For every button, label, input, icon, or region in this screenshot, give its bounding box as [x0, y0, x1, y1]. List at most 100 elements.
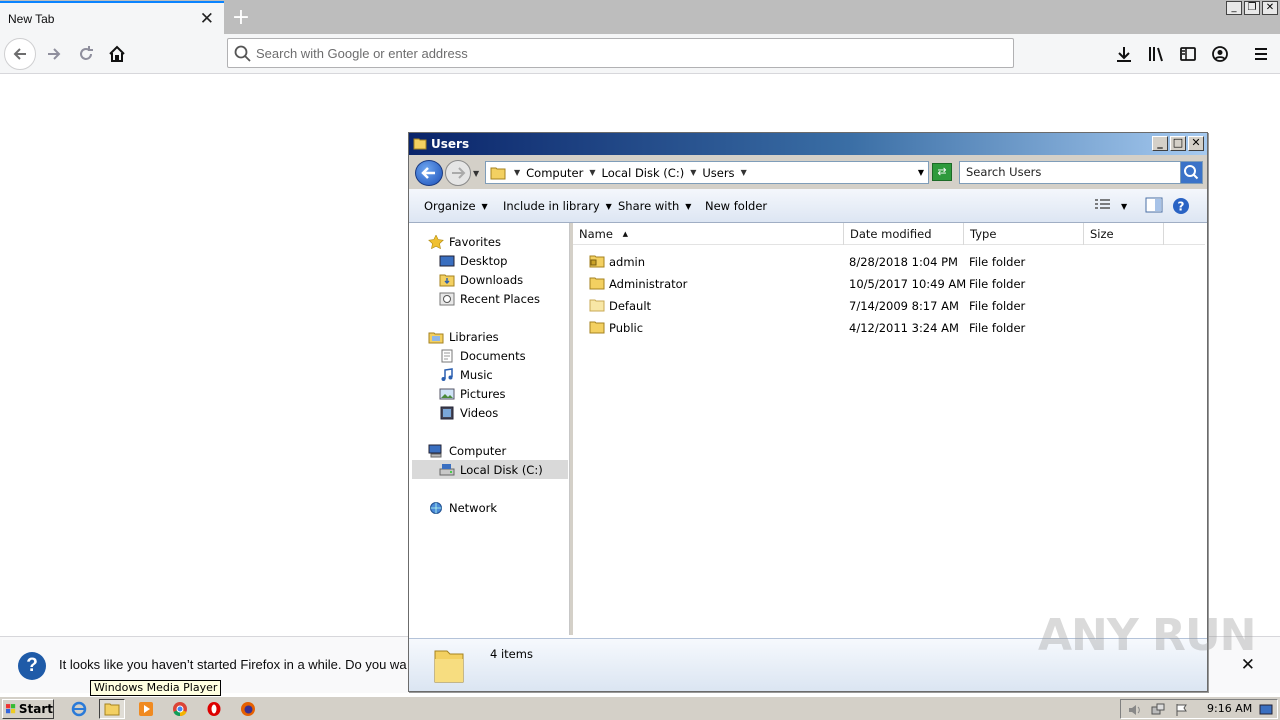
- share-with-button[interactable]: Share with ▼: [618, 199, 691, 213]
- account-button[interactable]: [1205, 38, 1235, 70]
- nav-label: Favorites: [449, 234, 501, 249]
- include-in-library-button[interactable]: Include in library ▼: [503, 199, 612, 213]
- menu-button[interactable]: [1246, 38, 1276, 70]
- minimize-icon[interactable]: _: [1152, 136, 1168, 151]
- nav-local-disk[interactable]: Local Disk (C:): [412, 460, 568, 479]
- refresh-button[interactable]: ⇄: [932, 163, 952, 181]
- file-name: Administrator: [609, 277, 688, 291]
- explorer-title-bar[interactable]: Users _ □ ✕: [409, 133, 1207, 155]
- reload-button[interactable]: [70, 38, 102, 70]
- new-tab-button[interactable]: +: [229, 2, 253, 32]
- nav-desktop[interactable]: Desktop: [412, 251, 568, 270]
- pictures-icon: [439, 388, 455, 399]
- column-header-size[interactable]: Size: [1084, 223, 1164, 245]
- table-row[interactable]: Public 4/12/2011 3:24 AM File folder: [573, 317, 1205, 339]
- network-status-icon[interactable]: [1151, 703, 1165, 717]
- nav-documents[interactable]: Documents: [412, 346, 568, 365]
- column-header-name[interactable]: Name ▲: [573, 223, 844, 245]
- command-bar: Organize ▼ Include in library ▼ Share with…: [409, 189, 1207, 223]
- folder-icon: [413, 138, 427, 150]
- close-tab-icon[interactable]: ✕: [200, 9, 214, 29]
- chevron-down-icon[interactable]: ▼: [741, 168, 747, 177]
- address-history-dropdown-icon[interactable]: ▼: [918, 168, 924, 177]
- folder-icon: [589, 277, 605, 290]
- close-window-icon[interactable]: ✕: [1262, 1, 1278, 15]
- folder-icon: [104, 703, 120, 716]
- help-icon[interactable]: ?: [1172, 197, 1190, 215]
- tab-title: New Tab: [8, 11, 55, 26]
- nav-label: Libraries: [449, 329, 499, 344]
- opera-taskbar-button[interactable]: [201, 699, 227, 719]
- restore-icon[interactable]: ❐: [1244, 1, 1260, 15]
- reload-icon: [80, 46, 93, 60]
- nav-network[interactable]: Network: [412, 498, 568, 517]
- search-icon: [234, 45, 251, 62]
- show-desktop-icon[interactable]: [1259, 703, 1273, 717]
- explorer-search-box[interactable]: [959, 161, 1203, 184]
- local-disk-icon: [439, 463, 455, 475]
- nav-label: Network: [449, 500, 498, 515]
- clock[interactable]: 9:16 AM: [1207, 702, 1252, 715]
- nav-recent-places[interactable]: Recent Places: [412, 289, 568, 308]
- star-icon: [428, 234, 444, 249]
- breadcrumb-local-disk[interactable]: Local Disk (C:): [601, 166, 684, 180]
- nav-videos[interactable]: Videos: [412, 403, 568, 422]
- library-button[interactable]: [1141, 38, 1171, 70]
- back-button[interactable]: [4, 38, 36, 70]
- explorer-taskbar-button[interactable]: [99, 699, 125, 719]
- new-folder-button[interactable]: New folder: [705, 199, 767, 213]
- volume-icon[interactable]: [1127, 703, 1141, 717]
- explorer-forward-button[interactable]: [445, 160, 471, 186]
- home-button[interactable]: [101, 38, 133, 70]
- chevron-down-icon[interactable]: ▼: [690, 168, 696, 177]
- hamburger-menu-icon: [1255, 48, 1267, 60]
- firefox-taskbar-button[interactable]: [235, 699, 261, 719]
- column-header-type[interactable]: Type: [964, 223, 1084, 245]
- preview-pane-icon[interactable]: [1145, 197, 1163, 213]
- file-date: 7/14/2009 8:17 AM: [849, 299, 959, 313]
- address-bar[interactable]: ▼ Computer ▼ Local Disk (C:) ▼ Users ▼ ▼: [485, 161, 929, 184]
- close-icon[interactable]: ✕: [1188, 136, 1204, 151]
- start-label: Start: [18, 702, 53, 716]
- nav-libraries[interactable]: Libraries: [412, 327, 568, 346]
- view-dropdown-icon[interactable]: ▼: [1121, 202, 1127, 211]
- search-icon: [1184, 165, 1199, 180]
- sidebar-button[interactable]: [1173, 38, 1203, 70]
- forward-button[interactable]: [38, 38, 70, 70]
- chevron-down-icon[interactable]: ▼: [514, 168, 520, 177]
- view-options-icon[interactable]: [1094, 197, 1112, 213]
- nav-computer[interactable]: Computer: [412, 441, 568, 460]
- nav-downloads[interactable]: Downloads: [412, 270, 568, 289]
- maximize-icon[interactable]: □: [1170, 136, 1186, 151]
- explorer-search-input[interactable]: [966, 165, 1176, 179]
- ie-taskbar-button[interactable]: [66, 699, 92, 719]
- table-row[interactable]: Default 7/14/2009 8:17 AM File folder: [573, 295, 1205, 317]
- browser-window-controls: _ ❐ ✕: [1226, 1, 1278, 15]
- breadcrumb-computer[interactable]: Computer: [526, 166, 583, 180]
- media-player-taskbar-button[interactable]: [133, 699, 159, 719]
- file-name: Default: [609, 299, 652, 313]
- column-header-date[interactable]: Date modified: [844, 223, 964, 245]
- action-center-flag-icon[interactable]: [1175, 703, 1189, 717]
- breadcrumb-users[interactable]: Users: [702, 166, 734, 180]
- table-row[interactable]: admin 8/28/2018 1:04 PM File folder: [573, 251, 1205, 273]
- start-button[interactable]: Start: [2, 699, 54, 719]
- file-type: File folder: [969, 321, 1026, 335]
- nav-favorites[interactable]: Favorites: [412, 232, 568, 251]
- url-bar[interactable]: [227, 38, 1014, 68]
- explorer-back-button[interactable]: [415, 160, 443, 186]
- forward-arrow-icon: [452, 167, 466, 179]
- nav-music[interactable]: Music: [412, 365, 568, 384]
- tab-new-tab[interactable]: New Tab ✕: [0, 1, 224, 34]
- chrome-taskbar-button[interactable]: [167, 699, 193, 719]
- minimize-icon[interactable]: _: [1226, 1, 1242, 15]
- downloads-button[interactable]: [1109, 38, 1139, 70]
- search-button[interactable]: [1180, 162, 1202, 183]
- nav-pictures[interactable]: Pictures: [412, 384, 568, 403]
- recent-pages-dropdown-icon[interactable]: ▼: [473, 169, 479, 178]
- url-input[interactable]: [256, 43, 996, 63]
- table-row[interactable]: Administrator 10/5/2017 10:49 AM File fo…: [573, 273, 1205, 295]
- organize-button[interactable]: Organize ▼: [424, 199, 488, 213]
- chevron-down-icon[interactable]: ▼: [589, 168, 595, 177]
- folder-icon: [490, 167, 506, 180]
